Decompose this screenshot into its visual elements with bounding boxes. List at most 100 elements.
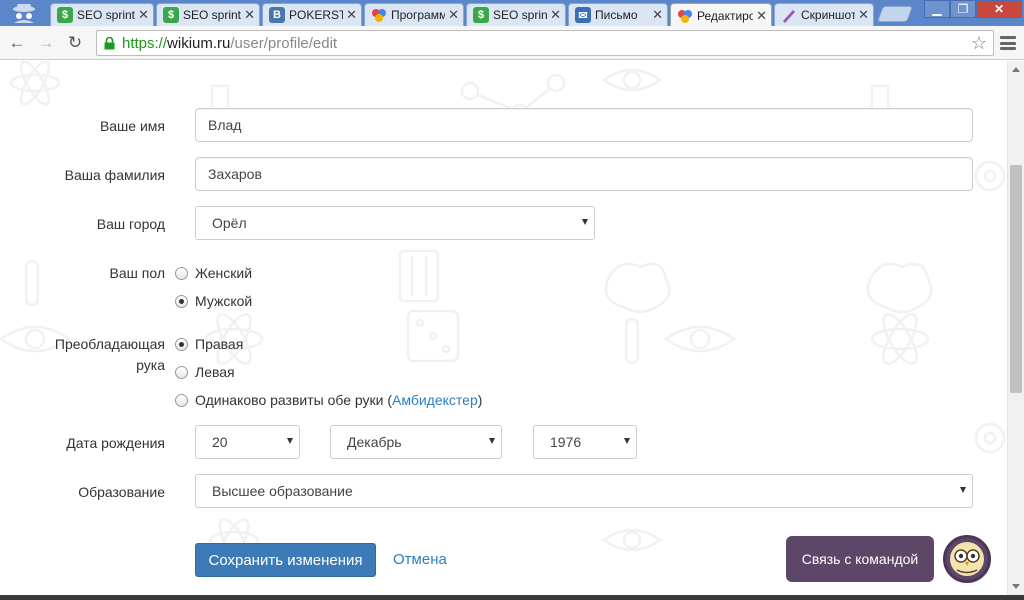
pen-icon [783, 10, 795, 23]
close-window-icon[interactable]: ✕ [976, 0, 1022, 18]
tab-mail[interactable]: ✉ Письмо ✕ [568, 3, 668, 26]
url-path: /user/profile/edit [230, 34, 338, 52]
back-arrow-icon[interactable]: ← [6, 32, 28, 54]
owl-icon [950, 542, 984, 576]
hand-option-label: Левая [195, 364, 235, 380]
page-scrollbar[interactable] [1007, 61, 1024, 595]
radio-button-checked[interactable] [175, 294, 188, 308]
tab-title: Редактирование [697, 8, 753, 23]
test-tube-icon [624, 317, 640, 365]
hand-option-label: Одинаково развиты обе руки ( [195, 392, 393, 408]
taskbar-edge [0, 595, 1024, 600]
cancel-link[interactable]: Отмена [393, 551, 447, 568]
dropdown-arrow-icon [960, 487, 966, 493]
hand-option-right[interactable]: Правая [175, 336, 243, 352]
tab-edit-profile[interactable]: Редактирование ✕ [670, 3, 772, 27]
hand-label-line2: рука [136, 357, 165, 373]
atom-icon [9, 61, 61, 106]
wikium-icon [678, 9, 692, 23]
tab-programs[interactable]: Программы ✕ [364, 3, 464, 26]
wikium-icon [372, 9, 386, 22]
gender-option-male[interactable]: Мужской [175, 293, 252, 309]
minimize-icon[interactable]: ▁ [924, 0, 950, 18]
tab-title: SEO sprint [493, 8, 548, 22]
tab-title: Программы [391, 8, 445, 22]
bookmark-star-icon[interactable]: ☆ [971, 33, 987, 54]
city-label: Ваш город [96, 216, 165, 232]
dropdown-arrow-icon [582, 219, 588, 225]
gender-option-label: Женский [195, 265, 253, 281]
save-changes-button[interactable]: Сохранить изменения [195, 543, 376, 577]
education-value: Высшее образование [212, 483, 353, 499]
radio-button-checked[interactable] [175, 337, 188, 351]
close-tab-icon[interactable]: ✕ [756, 8, 767, 24]
hand-option-left[interactable]: Левая [175, 364, 235, 380]
tab-seo-sprint-2[interactable]: $ SEO sprint ✕ [156, 3, 260, 26]
forward-arrow-icon[interactable]: → [35, 32, 57, 54]
tab-pokerstrategy[interactable]: В POKERSTRATEGY ✕ [262, 3, 362, 26]
close-tab-icon[interactable]: ✕ [346, 7, 357, 23]
birth-month-value: Декабрь [347, 434, 402, 450]
close-tab-icon[interactable]: ✕ [244, 7, 255, 23]
dollar-s-icon: $ [57, 7, 73, 23]
last-name-label: Ваша фамилия [64, 167, 165, 183]
restore-icon[interactable]: ❐ [950, 0, 976, 18]
tab-seo-sprint-1[interactable]: $ SEO sprint ✕ [50, 3, 154, 26]
tab-strip: $ SEO sprint ✕ $ SEO sprint ✕ В POKERSTR… [0, 0, 1024, 27]
gear-icon [974, 422, 1006, 454]
radio-button[interactable] [175, 365, 188, 379]
birth-day-value: 20 [212, 434, 228, 450]
city-select-value: Орёл [212, 215, 247, 231]
incognito-spy-icon [13, 4, 35, 23]
reload-icon[interactable]: ↻ [64, 32, 86, 54]
radio-button[interactable] [175, 266, 188, 280]
browser-menu-icon[interactable] [1000, 34, 1016, 52]
radio-button[interactable] [175, 393, 188, 407]
city-select[interactable]: Орёл [195, 206, 595, 240]
eye-icon [601, 528, 663, 552]
tab-title: Скриншот [801, 8, 856, 22]
scroll-down-arrow-icon[interactable] [1012, 584, 1020, 589]
window-controls: ▁ ❐ ✕ [924, 0, 1022, 18]
education-select[interactable]: Высшее образование [195, 474, 973, 508]
brain-icon [866, 262, 933, 314]
lock-icon [104, 36, 115, 49]
birth-month-select[interactable]: Декабрь [330, 425, 502, 459]
scrollbar-thumb[interactable] [1010, 165, 1022, 393]
last-name-input[interactable]: Захаров [195, 157, 973, 191]
dice-icon [406, 309, 460, 363]
vk-icon: В [269, 7, 285, 23]
url-text: https://wikium.ru/user/profile/edit [122, 35, 337, 52]
page-content: Ваше имя Влад Ваша фамилия Захаров Ваш г… [0, 61, 1007, 595]
birth-date-label: Дата рождения [66, 435, 165, 451]
gender-label: Ваш пол [109, 265, 165, 281]
close-tab-icon[interactable]: ✕ [138, 7, 149, 23]
first-name-label: Ваше имя [99, 118, 165, 134]
address-bar[interactable]: https://wikium.ru/user/profile/edit ☆ [96, 30, 994, 56]
tab-seo-sprint-3[interactable]: $ SEO sprint ✕ [466, 3, 566, 26]
close-tab-icon[interactable]: ✕ [858, 7, 869, 23]
first-name-input[interactable]: Влад [195, 108, 973, 142]
gender-option-female[interactable]: Женский [175, 265, 252, 281]
birth-year-value: 1976 [550, 434, 582, 450]
tab-screenshot[interactable]: Скриншот ✕ [774, 3, 874, 26]
gear-icon [974, 160, 1006, 192]
hand-option-label: Правая [195, 336, 244, 352]
close-tab-icon[interactable]: ✕ [550, 7, 561, 23]
dollar-s-icon: $ [473, 7, 489, 23]
hand-option-ambidextrous[interactable]: Одинаково развиты обе руки (Амбидекстер) [175, 392, 482, 408]
birth-year-select[interactable]: 1976 [533, 425, 637, 459]
contact-team-button[interactable]: Связь с командой [786, 536, 934, 582]
new-tab-button[interactable] [877, 6, 913, 22]
chat-avatar-owl-icon[interactable] [943, 535, 991, 583]
url-host: wikium.ru [167, 34, 231, 52]
close-tab-icon[interactable]: ✕ [448, 7, 459, 23]
education-label: Образование [78, 484, 165, 500]
dropdown-arrow-icon [489, 438, 495, 444]
close-tab-icon[interactable]: ✕ [652, 7, 663, 23]
tab-title: POKERSTRATEGY [289, 8, 343, 22]
ambidexter-link[interactable]: Амбидекстер [392, 392, 478, 408]
scroll-up-arrow-icon[interactable] [1012, 67, 1020, 72]
birth-day-select[interactable]: 20 [195, 425, 300, 459]
gender-option-label: Мужской [195, 293, 253, 309]
